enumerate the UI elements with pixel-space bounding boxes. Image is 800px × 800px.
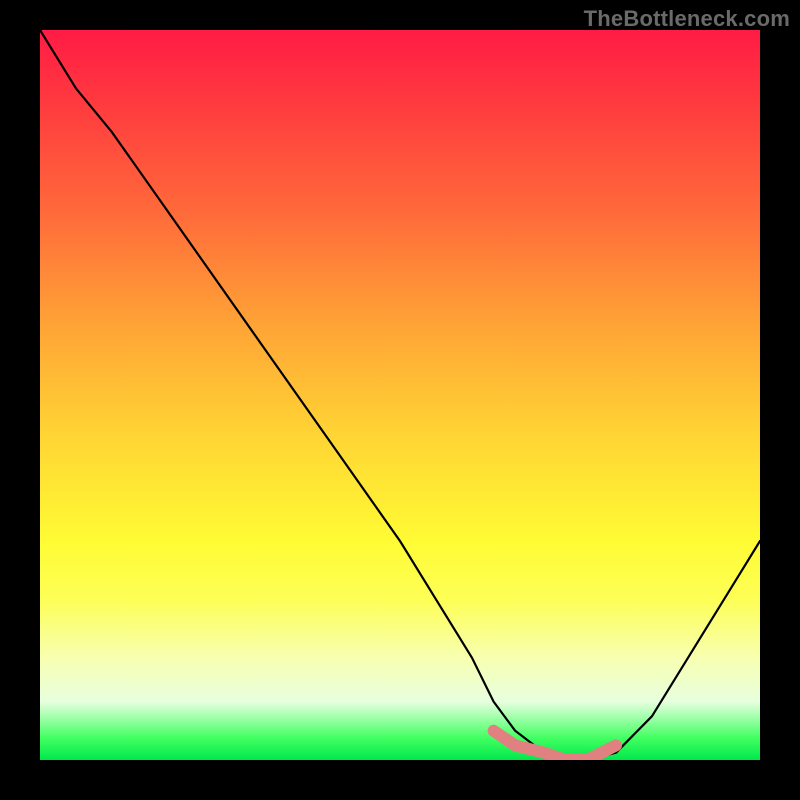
flat-bottom-highlight (494, 731, 616, 760)
curve-path (40, 30, 760, 760)
watermark-text: TheBottleneck.com (584, 6, 790, 32)
chart-svg (40, 30, 760, 760)
plot-area (40, 30, 760, 760)
chart-frame: TheBottleneck.com (0, 0, 800, 800)
